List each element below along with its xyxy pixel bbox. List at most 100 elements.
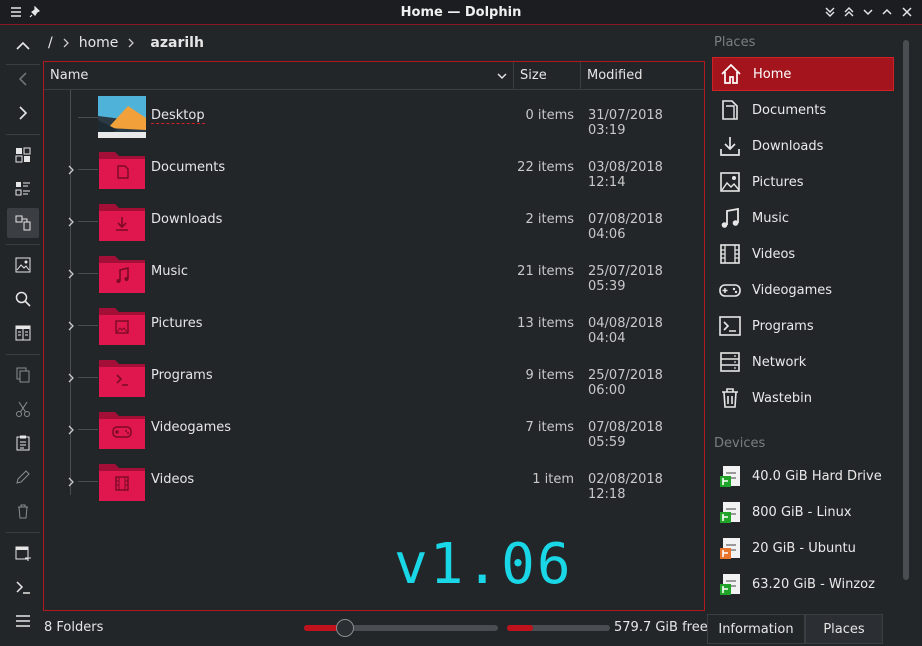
version-watermark: v1.06 xyxy=(394,532,573,597)
chevron-right-icon[interactable] xyxy=(66,320,76,331)
breadcrumb: / home azarilh xyxy=(44,30,204,56)
breadcrumb-current[interactable]: azarilh xyxy=(150,35,204,51)
forward-button[interactable] xyxy=(7,98,39,128)
sidebar-item-pictures[interactable]: Pictures xyxy=(712,165,894,199)
folder-downloads-icon xyxy=(98,200,146,242)
new-tab-button[interactable] xyxy=(7,538,39,568)
gamepad-icon xyxy=(716,276,744,304)
keep-below-icon[interactable] xyxy=(822,4,838,20)
chevron-right-icon[interactable] xyxy=(66,372,76,383)
file-name[interactable]: Videogames xyxy=(151,420,231,435)
breadcrumb-root[interactable]: / xyxy=(48,35,53,51)
network-icon xyxy=(716,348,744,376)
sidebar-item-documents[interactable]: Documents xyxy=(712,93,894,127)
sidebar-item-videogames[interactable]: Videogames xyxy=(712,273,894,307)
documents-icon xyxy=(716,96,744,124)
zoom-slider-handle[interactable] xyxy=(335,619,354,637)
places-panel: Places Home Documents Downloads Pictures Mus… xyxy=(710,30,898,610)
title-bar: Home — Dolphin xyxy=(0,0,922,25)
file-name[interactable]: Programs xyxy=(151,368,213,383)
file-name[interactable]: Desktop xyxy=(151,108,205,124)
sidebar-item-label: Wastebin xyxy=(752,390,812,406)
file-size: 22 items xyxy=(517,160,574,175)
sidebar-item-videos[interactable]: Videos xyxy=(712,237,894,271)
copy-button[interactable] xyxy=(7,360,39,390)
table-row[interactable]: Desktop 0 items 31/07/2018 03:19 xyxy=(44,92,704,144)
keep-above-icon[interactable] xyxy=(841,4,857,20)
breadcrumb-home[interactable]: home xyxy=(79,35,119,51)
go-up-button[interactable] xyxy=(7,31,39,61)
table-row[interactable]: Music 21 items 25/07/2018 05:39 xyxy=(44,248,704,300)
column-size[interactable]: Size xyxy=(520,68,547,83)
icons-view-button[interactable] xyxy=(7,140,39,170)
cut-button[interactable] xyxy=(7,394,39,424)
maximize-icon[interactable] xyxy=(879,4,895,20)
sort-chevron-down-icon[interactable] xyxy=(496,70,508,86)
table-row[interactable]: Pictures 13 items 04/08/2018 04:04 xyxy=(44,300,704,352)
chevron-right-icon[interactable] xyxy=(66,476,76,487)
chevron-right-icon[interactable] xyxy=(66,424,76,435)
sidebar-device-item[interactable]: 800 GiB - Linux xyxy=(712,495,894,529)
file-modified: 25/07/2018 06:00 xyxy=(588,368,663,398)
sidebar-device-item[interactable]: 63.20 GiB - Winzoz xyxy=(712,567,894,601)
search-button[interactable] xyxy=(7,284,39,314)
sidebar-item-label: Music xyxy=(752,210,789,226)
folder-documents-icon xyxy=(98,148,146,190)
sidebar-item-home[interactable]: Home xyxy=(712,57,894,91)
file-name[interactable]: Documents xyxy=(151,160,225,175)
file-name[interactable]: Music xyxy=(151,264,188,279)
zoom-slider[interactable] xyxy=(304,619,498,637)
drive-icon xyxy=(716,534,744,562)
tab-places[interactable]: Places xyxy=(805,614,883,644)
trash-button[interactable] xyxy=(7,496,39,526)
column-header: Name Size Modified xyxy=(44,62,704,90)
file-size: 13 items xyxy=(517,316,574,331)
back-button[interactable] xyxy=(7,64,39,94)
close-icon[interactable] xyxy=(899,4,915,20)
chevron-right-icon[interactable] xyxy=(66,268,76,279)
sidebar-item-label: 20 GiB - Ubuntu xyxy=(752,540,856,556)
compact-view-button[interactable] xyxy=(7,174,39,204)
rename-button[interactable] xyxy=(7,462,39,492)
minimize-icon[interactable] xyxy=(860,4,876,20)
sidebar-item-music[interactable]: Music xyxy=(712,201,894,235)
sidebar-device-item[interactable]: 40.0 GiB Hard Drive xyxy=(712,459,894,493)
disk-usage-bar xyxy=(507,625,610,631)
file-view[interactable]: Name Size Modified Desktop 0 items 31/07/2… xyxy=(43,61,705,611)
file-size: 0 items xyxy=(525,108,574,123)
sidebar-item-downloads[interactable]: Downloads xyxy=(712,129,894,163)
chevron-right-icon[interactable] xyxy=(66,164,76,175)
table-row[interactable]: Documents 22 items 03/08/2018 12:14 xyxy=(44,144,704,196)
file-modified: 25/07/2018 05:39 xyxy=(588,264,663,294)
tab-information[interactable]: Information xyxy=(707,614,805,644)
pictures-icon xyxy=(716,168,744,196)
chevron-right-icon xyxy=(61,38,71,48)
sidebar-item-label: Pictures xyxy=(752,174,804,190)
file-size: 21 items xyxy=(517,264,574,279)
file-name[interactable]: Pictures xyxy=(151,316,202,331)
file-name[interactable]: Videos xyxy=(151,472,194,487)
desktop-thumbnail xyxy=(98,96,146,138)
table-row[interactable]: Programs 9 items 25/07/2018 06:00 xyxy=(44,352,704,404)
sidebar-item-programs[interactable]: Programs xyxy=(712,309,894,343)
file-modified: 03/08/2018 12:14 xyxy=(588,160,663,190)
places-scrollbar[interactable] xyxy=(903,40,909,580)
table-row[interactable]: Videos 1 item 02/08/2018 12:18 xyxy=(44,456,704,508)
split-view-button[interactable] xyxy=(7,318,39,348)
chevron-right-icon[interactable] xyxy=(66,216,76,227)
sidebar-device-item[interactable]: 20 GiB - Ubuntu xyxy=(712,531,894,565)
sidebar-item-network[interactable]: Network xyxy=(712,345,894,379)
column-name[interactable]: Name xyxy=(50,68,88,83)
file-name[interactable]: Downloads xyxy=(151,212,222,227)
sidebar-item-label: Downloads xyxy=(752,138,824,154)
table-row[interactable]: Downloads 2 items 07/08/2018 04:06 xyxy=(44,196,704,248)
terminal-button[interactable] xyxy=(7,572,39,602)
preview-button[interactable] xyxy=(7,250,39,280)
paste-button[interactable] xyxy=(7,428,39,458)
column-modified[interactable]: Modified xyxy=(587,68,642,83)
table-row[interactable]: Videogames 7 items 07/08/2018 05:59 xyxy=(44,404,704,456)
details-view-button[interactable] xyxy=(7,208,39,238)
sidebar-item-wastebin[interactable]: Wastebin xyxy=(712,381,894,415)
folder-videos-icon xyxy=(98,460,146,502)
file-size: 1 item xyxy=(532,472,574,487)
